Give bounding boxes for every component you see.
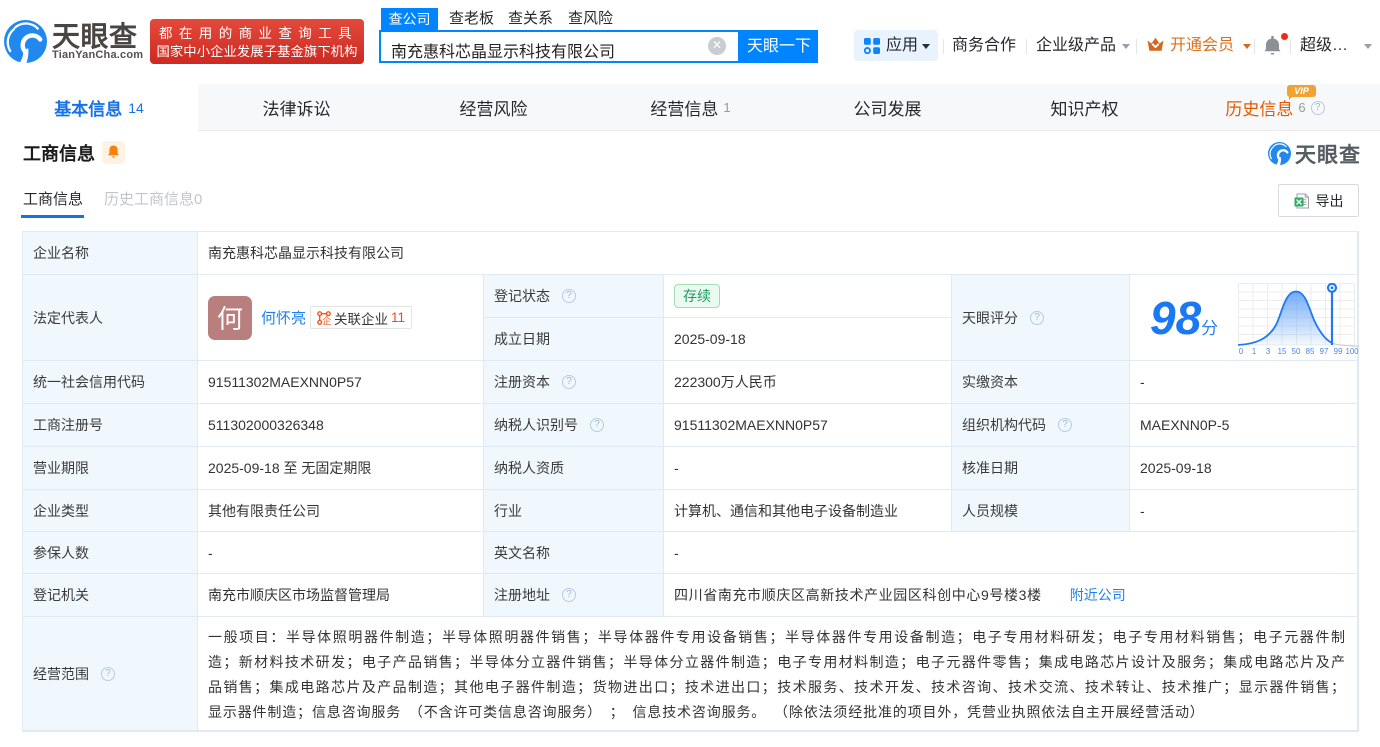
svg-text:99: 99: [1334, 347, 1343, 355]
svg-text:企: 企: [322, 315, 331, 325]
svg-text:1: 1: [1252, 347, 1256, 355]
svg-text:100: 100: [1345, 347, 1359, 355]
svg-text:15: 15: [1278, 347, 1287, 355]
svg-text:3: 3: [1266, 347, 1270, 355]
svg-text:0: 0: [1239, 347, 1244, 355]
svg-text:85: 85: [1306, 347, 1315, 355]
svg-text:97: 97: [1320, 347, 1329, 355]
svg-text:50: 50: [1292, 347, 1301, 355]
